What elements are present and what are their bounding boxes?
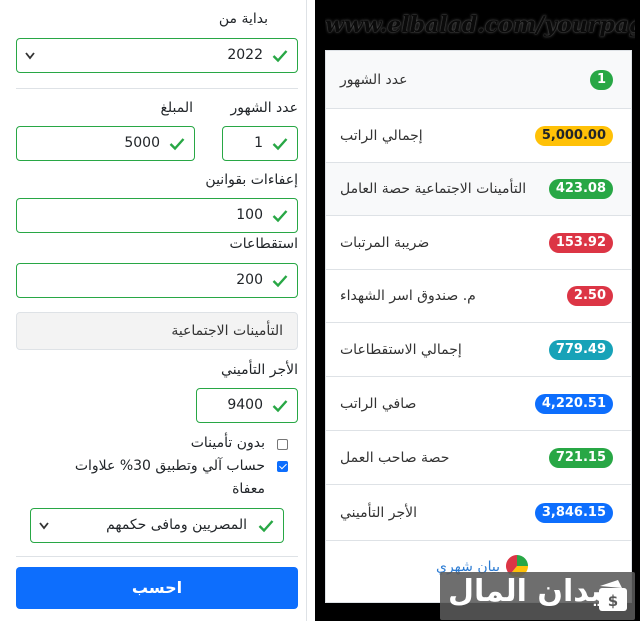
result-badge: 4,220.51 bbox=[534, 393, 613, 414]
check-icon bbox=[272, 400, 288, 413]
months-label: عدد الشهور bbox=[230, 100, 298, 116]
start-label: بداية من bbox=[218, 11, 268, 27]
result-row-tax: ضريبة المرتبات 153.92 bbox=[326, 216, 631, 270]
amount-input[interactable]: 5000 bbox=[16, 126, 195, 161]
result-badge: 721.15 bbox=[548, 447, 613, 468]
chevron-down-icon bbox=[39, 522, 49, 530]
result-label: إجمالي الاستقطاعات bbox=[340, 341, 462, 358]
result-label: إجمالي الراتب bbox=[340, 127, 423, 144]
start-year-value: 2022 bbox=[227, 47, 263, 63]
result-badge: 1 bbox=[589, 69, 613, 90]
calculate-button[interactable]: احسب bbox=[16, 567, 298, 609]
result-row-total-deductions: إجمالي الاستقطاعات 779.49 bbox=[326, 323, 631, 377]
deductions-label: استقطاعات bbox=[229, 236, 298, 252]
exempt-value: 100 bbox=[236, 207, 263, 223]
social-insurance-button-label: التأمينات الاجتماعية bbox=[171, 323, 283, 339]
divider bbox=[16, 88, 298, 89]
watermark-logo: ميدان المال $ bbox=[440, 572, 635, 620]
chevron-down-icon bbox=[25, 52, 35, 60]
result-badge: 3,846.15 bbox=[534, 502, 613, 523]
result-row-months: عدد الشهور 1 bbox=[326, 51, 631, 109]
result-badge: 423.08 bbox=[548, 179, 613, 199]
result-row-employer: حصة صاحب العمل 721.15 bbox=[326, 431, 631, 485]
result-label: التأمينات الاجتماعية حصة العامل bbox=[340, 181, 527, 197]
panel-divider bbox=[306, 0, 307, 621]
amount-value: 5000 bbox=[124, 135, 160, 151]
results-list: عدد الشهور 1 إجمالي الراتب 5,000.00 التأ… bbox=[325, 50, 632, 603]
check-icon bbox=[272, 210, 288, 223]
start-year-select[interactable]: 2022 bbox=[16, 38, 298, 73]
deductions-input[interactable]: 200 bbox=[16, 263, 298, 298]
result-row-net: صافي الراتب 4,220.51 bbox=[326, 377, 631, 431]
result-badge: 779.49 bbox=[548, 339, 613, 360]
check-icon bbox=[258, 520, 274, 533]
social-insurance-button[interactable]: التأمينات الاجتماعية bbox=[16, 312, 298, 350]
check-icon bbox=[272, 275, 288, 288]
check-icon bbox=[272, 138, 288, 151]
calculator-form: بداية من 2022 عدد الشهور المبلغ 1 5000 إ… bbox=[0, 0, 310, 621]
insurable-wage-value: 9400 bbox=[227, 397, 263, 413]
result-badge: 153.92 bbox=[548, 232, 613, 253]
nationality-value: المصريين ومافى حكمهم bbox=[106, 517, 247, 533]
no-insurance-checkbox[interactable] bbox=[277, 439, 288, 450]
deductions-value: 200 bbox=[236, 272, 263, 288]
result-badge: 5,000.00 bbox=[534, 125, 613, 146]
result-row-insurable: الأجر التأميني 3,846.15 bbox=[326, 485, 631, 541]
auto-calc-checkbox[interactable] bbox=[277, 461, 288, 472]
exempt-label: إعفاءات بقوانين bbox=[205, 172, 298, 188]
result-label: الأجر التأميني bbox=[340, 504, 417, 521]
result-badge: 2.50 bbox=[566, 286, 613, 306]
result-label: م. صندوق اسر الشهداء bbox=[340, 288, 476, 304]
result-row-martyrs: م. صندوق اسر الشهداء 2.50 bbox=[326, 270, 631, 323]
check-icon bbox=[169, 138, 185, 151]
amount-label: المبلغ bbox=[160, 100, 193, 116]
months-input[interactable]: 1 bbox=[222, 126, 298, 161]
result-label: حصة صاحب العمل bbox=[340, 449, 450, 466]
insurable-wage-input[interactable]: 9400 bbox=[196, 388, 298, 423]
auto-calc-label: حساب آلي وتطبيق 30% علاوات bbox=[74, 458, 265, 474]
months-value: 1 bbox=[254, 135, 263, 151]
divider bbox=[16, 556, 298, 557]
insurable-wage-label: الأجر التأميني bbox=[221, 362, 298, 378]
result-label: ضريبة المرتبات bbox=[340, 234, 430, 251]
wallet-icon: $ bbox=[599, 580, 627, 611]
result-row-social: التأمينات الاجتماعية حصة العامل 423.08 bbox=[326, 163, 631, 216]
nationality-select[interactable]: المصريين ومافى حكمهم bbox=[30, 508, 284, 543]
results-panel: www.elbalad.com/yourpage عدد الشهور 1 إج… bbox=[315, 0, 640, 621]
check-icon bbox=[272, 50, 288, 63]
exempt-input[interactable]: 100 bbox=[16, 198, 298, 233]
result-row-gross: إجمالي الراتب 5,000.00 bbox=[326, 109, 631, 163]
site-url: www.elbalad.com/yourpage bbox=[325, 12, 635, 38]
result-label: صافي الراتب bbox=[340, 395, 417, 412]
svg-text:$: $ bbox=[608, 592, 618, 610]
auto-calc-label-line2: معفاة bbox=[232, 481, 265, 497]
no-insurance-label: بدون تأمينات bbox=[190, 435, 265, 451]
result-label: عدد الشهور bbox=[340, 71, 408, 88]
